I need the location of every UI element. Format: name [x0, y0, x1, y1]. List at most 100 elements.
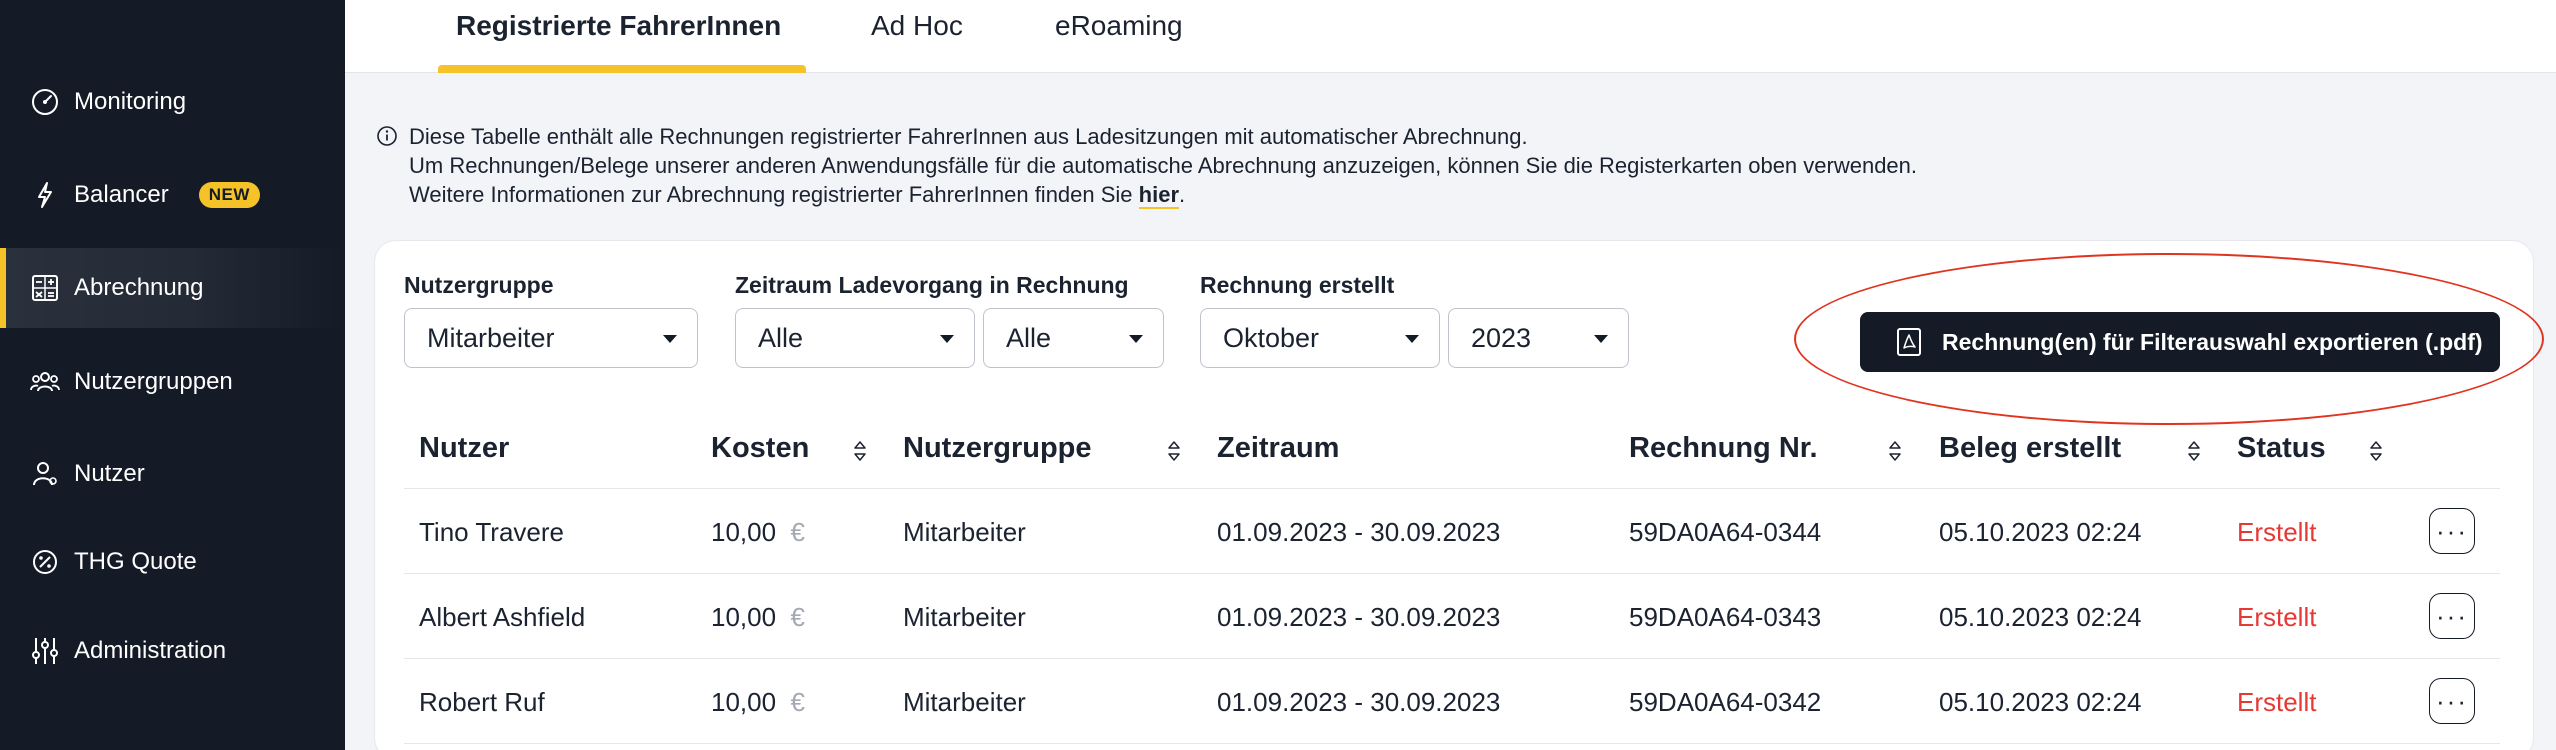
- cost-value: 10,00: [711, 687, 777, 717]
- sidebar-item-abrechnung[interactable]: Abrechnung: [0, 248, 345, 328]
- info-line-3: Weitere Informationen zur Abrechnung reg…: [409, 180, 1917, 209]
- tab-registrierte-fahrerinnen[interactable]: Registrierte FahrerInnen: [456, 0, 781, 73]
- caret-down-icon: [1405, 335, 1419, 343]
- row-actions-button[interactable]: ···: [2429, 508, 2475, 554]
- sidebar-item-administration[interactable]: Administration: [0, 611, 345, 691]
- info-line-3-text: Weitere Informationen zur Abrechnung reg…: [409, 182, 1139, 207]
- sidebar-item-label: Nutzergruppen: [74, 368, 233, 395]
- cell-kosten: 10,00 €: [711, 517, 805, 548]
- sort-icon[interactable]: [1167, 440, 1181, 462]
- info-link-hier[interactable]: hier: [1138, 182, 1180, 209]
- status-badge: Erstellt: [2237, 687, 2317, 717]
- sort-icon[interactable]: [853, 440, 867, 462]
- cell-nutzergruppe: Mitarbeiter: [903, 602, 1026, 632]
- filter-label-zeitraum: Zeitraum Ladevorgang in Rechnung: [735, 272, 1129, 298]
- cell-rechnung-nr: 59DA0A64-0343: [1629, 602, 1822, 632]
- cell-kosten: 10,00 €: [711, 602, 805, 633]
- column-header-nutzergruppe[interactable]: Nutzergruppe: [903, 432, 1092, 465]
- column-header-zeitraum[interactable]: Zeitraum: [1217, 432, 1339, 465]
- tab-bar: Registrierte FahrerInnen Ad Hoc eRoaming: [345, 0, 2556, 73]
- cell-nutzer: Albert Ashfield: [419, 602, 586, 632]
- info-line-2: Um Rechnungen/Belege unserer anderen Anw…: [409, 153, 1918, 178]
- row-divider: [404, 658, 2500, 659]
- info-icon: [377, 126, 397, 146]
- invoice-calculator-icon: [28, 271, 62, 305]
- tab-eroaming[interactable]: eRoaming: [1055, 0, 1183, 73]
- caret-down-icon: [1594, 335, 1608, 343]
- cell-zeitraum: 01.09.2023 - 30.09.2023: [1217, 602, 1501, 632]
- select-value: Alle: [1006, 322, 1052, 353]
- sidebar-item-label: Monitoring: [74, 88, 187, 115]
- currency-symbol: €: [790, 687, 805, 717]
- sort-icon[interactable]: [2187, 440, 2201, 462]
- sidebar-item-label: THG Quote: [74, 548, 197, 575]
- info-line-1: Diese Tabelle enthält alle Rechnungen re…: [409, 124, 1528, 149]
- pdf-file-icon: [1897, 328, 1921, 356]
- active-tab-indicator: [438, 65, 806, 73]
- cell-zeitraum: 01.09.2023 - 30.09.2023: [1217, 687, 1501, 717]
- cell-nutzer: Robert Ruf: [419, 687, 545, 717]
- cell-nutzer: Tino Travere: [419, 517, 564, 547]
- users-group-icon: [28, 365, 62, 399]
- info-text: Diese Tabelle enthält alle Rechnungen re…: [376, 122, 1917, 209]
- user-icon: [28, 457, 62, 491]
- column-header-nutzer[interactable]: Nutzer: [419, 432, 509, 465]
- cost-value: 10,00: [711, 602, 777, 632]
- caret-down-icon: [1129, 335, 1143, 343]
- cell-beleg-erstellt: 05.10.2023 02:24: [1939, 517, 2142, 547]
- sidebar-item-balancer[interactable]: Balancer NEW: [0, 155, 345, 235]
- nutzergruppe-select[interactable]: Mitarbeiter: [404, 308, 698, 368]
- export-pdf-button[interactable]: Rechnung(en) für Filterauswahl exportier…: [1860, 312, 2500, 372]
- sort-icon[interactable]: [1888, 440, 1902, 462]
- column-header-beleg-erstellt[interactable]: Beleg erstellt: [1939, 432, 2121, 465]
- cost-value: 10,00: [711, 517, 777, 547]
- lightning-icon: [28, 178, 62, 212]
- filter-label-nutzergruppe: Nutzergruppe: [404, 272, 554, 298]
- cell-beleg-erstellt: 05.10.2023 02:24: [1939, 602, 2142, 632]
- sidebar-item-monitoring[interactable]: Monitoring: [0, 62, 345, 142]
- sidebar: Monitoring Balancer NEW Abrechnung Nutze…: [0, 0, 345, 750]
- currency-symbol: €: [790, 602, 805, 632]
- sliders-icon: [28, 634, 62, 668]
- cell-zeitraum: 01.09.2023 - 30.09.2023: [1217, 517, 1501, 547]
- filter-label-rechnung-erstellt: Rechnung erstellt: [1200, 272, 1395, 298]
- status-badge: Erstellt: [2237, 517, 2317, 547]
- zeitraum-from-select[interactable]: Alle: [735, 308, 975, 368]
- currency-symbol: €: [790, 517, 805, 547]
- cell-rechnung-nr: 59DA0A64-0344: [1629, 517, 1822, 547]
- cell-beleg-erstellt: 05.10.2023 02:24: [1939, 687, 2142, 717]
- sidebar-item-label: Administration: [74, 637, 227, 664]
- caret-down-icon: [940, 335, 954, 343]
- select-value: Oktober: [1223, 322, 1320, 353]
- tab-ad-hoc[interactable]: Ad Hoc: [871, 0, 963, 73]
- sidebar-item-label: Balancer: [74, 181, 169, 208]
- row-actions-button[interactable]: ···: [2429, 593, 2475, 639]
- info-line-3-suffix: .: [1179, 182, 1186, 207]
- sidebar-item-label: Nutzer: [74, 460, 145, 487]
- row-divider: [404, 573, 2500, 574]
- status-badge: Erstellt: [2237, 602, 2317, 632]
- cell-kosten: 10,00 €: [711, 687, 805, 718]
- cell-rechnung-nr: 59DA0A64-0342: [1629, 687, 1822, 717]
- row-actions-button[interactable]: ···: [2429, 678, 2475, 724]
- caret-down-icon: [663, 335, 677, 343]
- cell-nutzergruppe: Mitarbeiter: [903, 517, 1026, 547]
- row-divider: [404, 743, 2500, 744]
- new-badge: NEW: [198, 182, 260, 208]
- column-header-rechnung-nr[interactable]: Rechnung Nr.: [1629, 432, 1818, 465]
- sort-icon[interactable]: [2369, 440, 2383, 462]
- sidebar-item-label: Abrechnung: [74, 274, 204, 301]
- column-header-status[interactable]: Status: [2237, 432, 2326, 465]
- select-value: 2023: [1471, 322, 1532, 353]
- gauge-icon: [28, 85, 62, 119]
- export-button-label: Rechnung(en) für Filterauswahl exportier…: [1942, 328, 2483, 355]
- select-value: Mitarbeiter: [427, 322, 555, 353]
- rechnung-year-select[interactable]: 2023: [1448, 308, 1629, 368]
- sidebar-item-nutzergruppen[interactable]: Nutzergruppen: [0, 342, 345, 422]
- sidebar-item-nutzer[interactable]: Nutzer: [0, 434, 345, 514]
- rechnung-month-select[interactable]: Oktober: [1200, 308, 1440, 368]
- zeitraum-to-select[interactable]: Alle: [983, 308, 1164, 368]
- column-header-kosten[interactable]: Kosten: [711, 432, 809, 465]
- sidebar-item-thg-quote[interactable]: THG Quote: [0, 522, 345, 602]
- row-divider: [404, 488, 2500, 489]
